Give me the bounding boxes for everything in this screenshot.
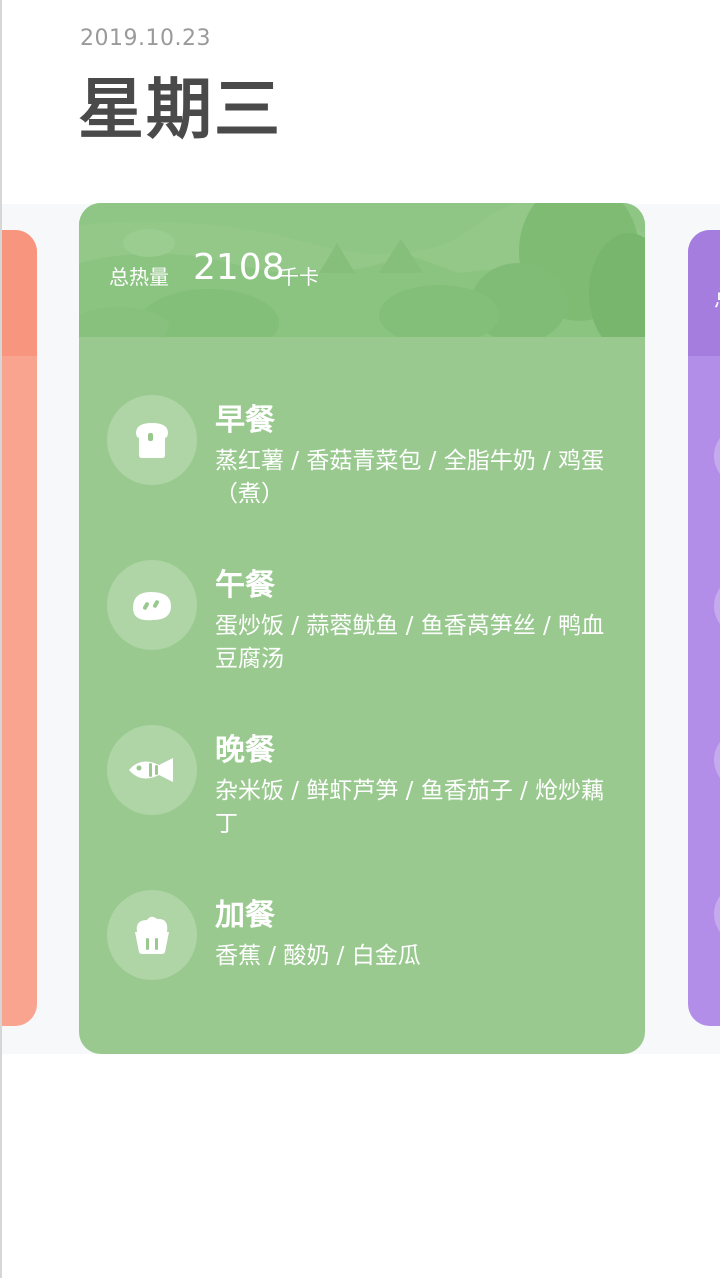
- day-menu-card[interactable]: 总热量 2108 千卡 早餐 蒸红薯 / 香菇青菜包 / 全脂牛奶 / 鸡蛋（煮…: [79, 203, 645, 1054]
- next-day-meal-icon: [714, 426, 720, 486]
- next-day-meal-icon: [714, 884, 720, 944]
- bean-icon: [107, 560, 197, 650]
- previous-day-card-header: [2, 230, 37, 356]
- meal-title: 午餐: [215, 568, 275, 603]
- meal-items: 蒸红薯 / 香菇青菜包 / 全脂牛奶 / 鸡蛋（煮）: [215, 448, 605, 507]
- screen: 2019.10.23 星期三 总热量 2108 千卡 早餐 蒸红薯 / 香菇青菜…: [0, 0, 720, 1278]
- meal-items: 蛋炒饭 / 蒜蓉鱿鱼 / 鱼香莴笋丝 / 鸭血豆腐汤: [215, 613, 605, 672]
- next-day-meal-icon: [714, 730, 720, 790]
- next-day-card-label: 总: [714, 282, 720, 314]
- next-day-card-header: 总: [688, 230, 720, 356]
- fish-icon: [107, 725, 197, 815]
- total-calories-label: 总热量: [109, 265, 169, 289]
- meal-items: 杂米饭 / 鲜虾芦笋 / 鱼香茄子 / 炝炒藕丁: [215, 778, 605, 837]
- toast-icon: [107, 395, 197, 485]
- meal-title: 早餐: [215, 403, 275, 438]
- total-calories-unit: 千卡: [279, 265, 319, 289]
- next-day-meal-icon: [714, 576, 720, 636]
- meal-title: 晚餐: [215, 733, 275, 768]
- muffin-icon: [107, 890, 197, 980]
- total-calories-value: 2108: [193, 247, 285, 288]
- meal-title: 加餐: [215, 898, 275, 933]
- weekday-title: 星期三: [78, 71, 282, 148]
- card-header: 总热量 2108 千卡: [79, 203, 645, 337]
- next-day-card[interactable]: 总: [688, 230, 720, 1026]
- previous-day-card[interactable]: [2, 230, 37, 1026]
- date-label: 2019.10.23: [80, 26, 211, 51]
- meal-items: 香蕉 / 酸奶 / 白金瓜: [215, 943, 421, 969]
